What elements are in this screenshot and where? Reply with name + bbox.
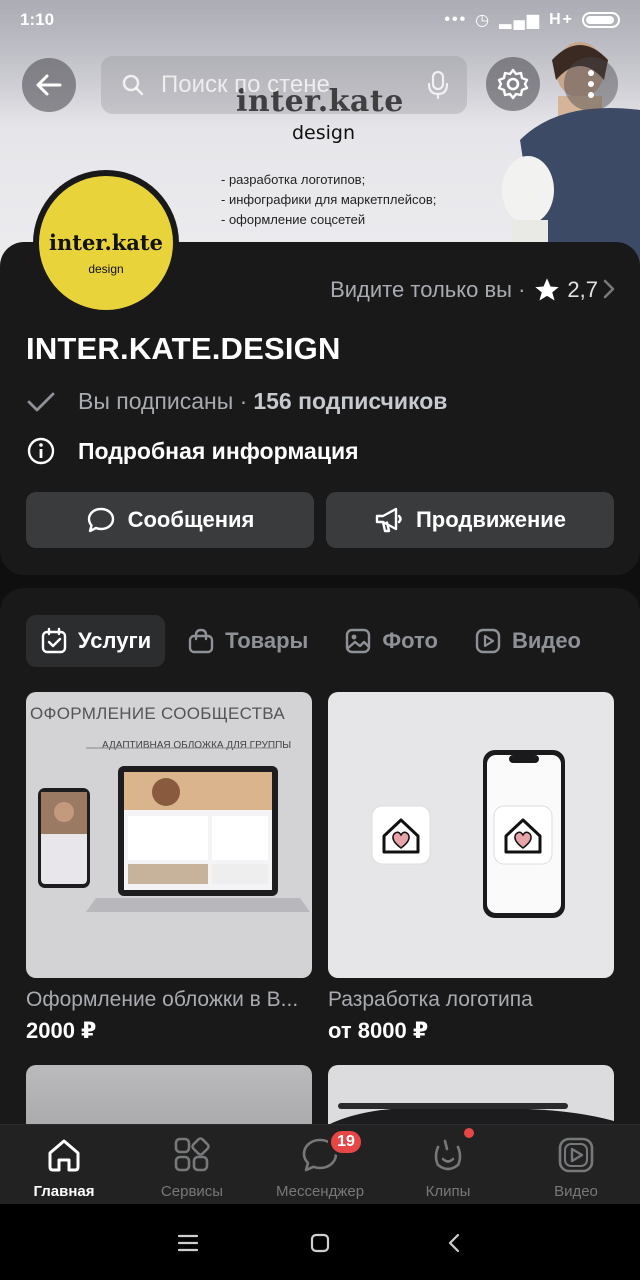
tab-photos[interactable]: Фото xyxy=(330,615,452,667)
back-system-button[interactable] xyxy=(434,1228,474,1258)
search-icon xyxy=(122,74,144,96)
tab-videos-label: Видео xyxy=(511,628,581,653)
status-icons: ••• ◷ ▂▄▆ H+ xyxy=(444,10,620,30)
star-icon xyxy=(535,278,560,301)
message-bubble-icon xyxy=(87,507,114,533)
cover-brand-subtext: design xyxy=(292,122,356,144)
logo-mockup-illustration xyxy=(371,750,565,918)
laptop-mockup-illustration xyxy=(38,747,310,912)
clips-icon xyxy=(434,1139,462,1171)
settings-button[interactable] xyxy=(486,57,540,111)
cover-list-item: - оформление соцсетей xyxy=(221,212,366,227)
tabbar-label: Клипы xyxy=(425,1183,471,1200)
battery-icon xyxy=(582,12,620,28)
wall-search[interactable] xyxy=(101,56,467,114)
details-row[interactable]: Подробная информация xyxy=(26,436,359,466)
recent-apps-button[interactable] xyxy=(168,1228,208,1258)
tab-products[interactable]: Товары xyxy=(173,615,322,667)
content-tabs: Услуги Товары Фото Видео xyxy=(26,615,603,667)
messenger-unread-badge: 19 xyxy=(328,1128,364,1156)
cover-list-item: - инфографики для маркетплейсов; xyxy=(221,192,437,207)
tabbar-home[interactable]: Главная xyxy=(0,1125,128,1205)
photo-icon xyxy=(346,628,371,654)
home-icon xyxy=(48,1139,80,1172)
tabbar-label: Видео xyxy=(554,1183,598,1200)
video-icon xyxy=(558,1137,594,1173)
details-label: Подробная информация xyxy=(78,437,359,464)
more-options-button[interactable] xyxy=(564,57,618,111)
service-image-cover-design[interactable]: ОФОРМЛЕНИЕ СООБЩЕСТВА АДАПТИВНАЯ ОБЛОЖКА… xyxy=(26,692,312,978)
home-system-button[interactable] xyxy=(300,1228,340,1258)
arrow-left-icon xyxy=(36,74,62,96)
tab-photos-label: Фото xyxy=(382,628,438,653)
calendar-check-icon xyxy=(41,627,67,654)
messages-button[interactable]: Сообщения xyxy=(26,492,314,548)
rating-value: 2,7 xyxy=(567,277,598,302)
back-button[interactable] xyxy=(22,58,76,112)
subscriber-count: 156 подписчиков xyxy=(253,388,448,414)
subscribed-status: Вы подписаны · xyxy=(78,388,248,414)
tabbar-label: Мессенджер xyxy=(275,1183,365,1200)
video-play-icon xyxy=(475,628,501,654)
cover-service-list: - разработка логотипов; - инфографики дл… xyxy=(221,170,436,230)
microphone-icon[interactable] xyxy=(427,70,449,100)
services-icon xyxy=(174,1137,210,1172)
tabbar-video[interactable]: Видео xyxy=(512,1125,640,1205)
tab-products-label: Товары xyxy=(225,628,309,653)
clips-notification-dot xyxy=(464,1128,474,1138)
alarm-icon: ◷ xyxy=(475,12,492,29)
menu-lines-icon xyxy=(177,1234,199,1252)
visibility-label: Видите только вы · xyxy=(330,277,526,302)
service-title[interactable]: Разработка логотипа xyxy=(328,988,614,1012)
checkmark-icon xyxy=(27,392,55,411)
info-icon xyxy=(27,437,55,465)
tabbar-label: Главная xyxy=(33,1183,95,1200)
tabbar-clips[interactable]: Клипы xyxy=(384,1125,512,1205)
messages-label: Сообщения xyxy=(127,507,255,532)
status-bar: 1:10 ••• ◷ ▂▄▆ H+ xyxy=(0,0,640,40)
chevron-right-icon[interactable] xyxy=(602,278,616,300)
community-avatar[interactable]: inter.kate design xyxy=(33,170,179,316)
service-image-logo-design[interactable] xyxy=(328,692,614,978)
service-title[interactable]: Оформление обложки в В... xyxy=(26,988,312,1012)
vertical-dots-icon xyxy=(588,70,594,98)
promotion-button[interactable]: Продвижение xyxy=(326,492,614,548)
avatar-brand-text: inter.kate xyxy=(49,230,163,255)
service-price: от 8000 ₽ xyxy=(328,1018,429,1043)
community-title: INTER.KATE.DESIGN xyxy=(26,331,341,366)
subscription-row[interactable]: Вы подписаны · 156 подписчиков xyxy=(26,388,447,415)
rating-row[interactable]: Видите только вы · 2,7 xyxy=(330,276,598,304)
signal-icon: ▂▄▆ xyxy=(499,12,542,29)
tab-services-label: Услуги xyxy=(78,628,152,653)
tabbar-services[interactable]: Сервисы xyxy=(128,1125,256,1205)
tab-services[interactable]: Услуги xyxy=(26,615,166,667)
avatar-brand-subtext: design xyxy=(88,262,124,276)
avatar-logo: inter.kate design xyxy=(39,176,173,310)
status-time: 1:10 xyxy=(20,10,55,29)
tabbar-messenger[interactable]: Мессенджер xyxy=(256,1125,384,1205)
square-icon xyxy=(310,1233,330,1253)
promotion-label: Продвижение xyxy=(415,507,566,532)
system-navigation-bar xyxy=(0,1204,640,1280)
network-type: H+ xyxy=(549,11,574,28)
tabbar-label: Сервисы xyxy=(160,1183,224,1200)
more-dots-icon: ••• xyxy=(444,11,468,28)
cover-list-item: - разработка логотипов; xyxy=(221,172,366,187)
gear-icon xyxy=(497,68,529,100)
tab-videos[interactable]: Видео xyxy=(460,615,595,667)
search-input[interactable] xyxy=(161,56,411,114)
bottom-tab-bar: Главная Сервисы Мессенджер Клипы Видео xyxy=(0,1124,640,1204)
shopping-bag-icon xyxy=(188,628,214,654)
chevron-left-icon xyxy=(448,1233,460,1253)
service-price: 2000 ₽ xyxy=(26,1018,97,1043)
megaphone-icon xyxy=(375,507,402,533)
